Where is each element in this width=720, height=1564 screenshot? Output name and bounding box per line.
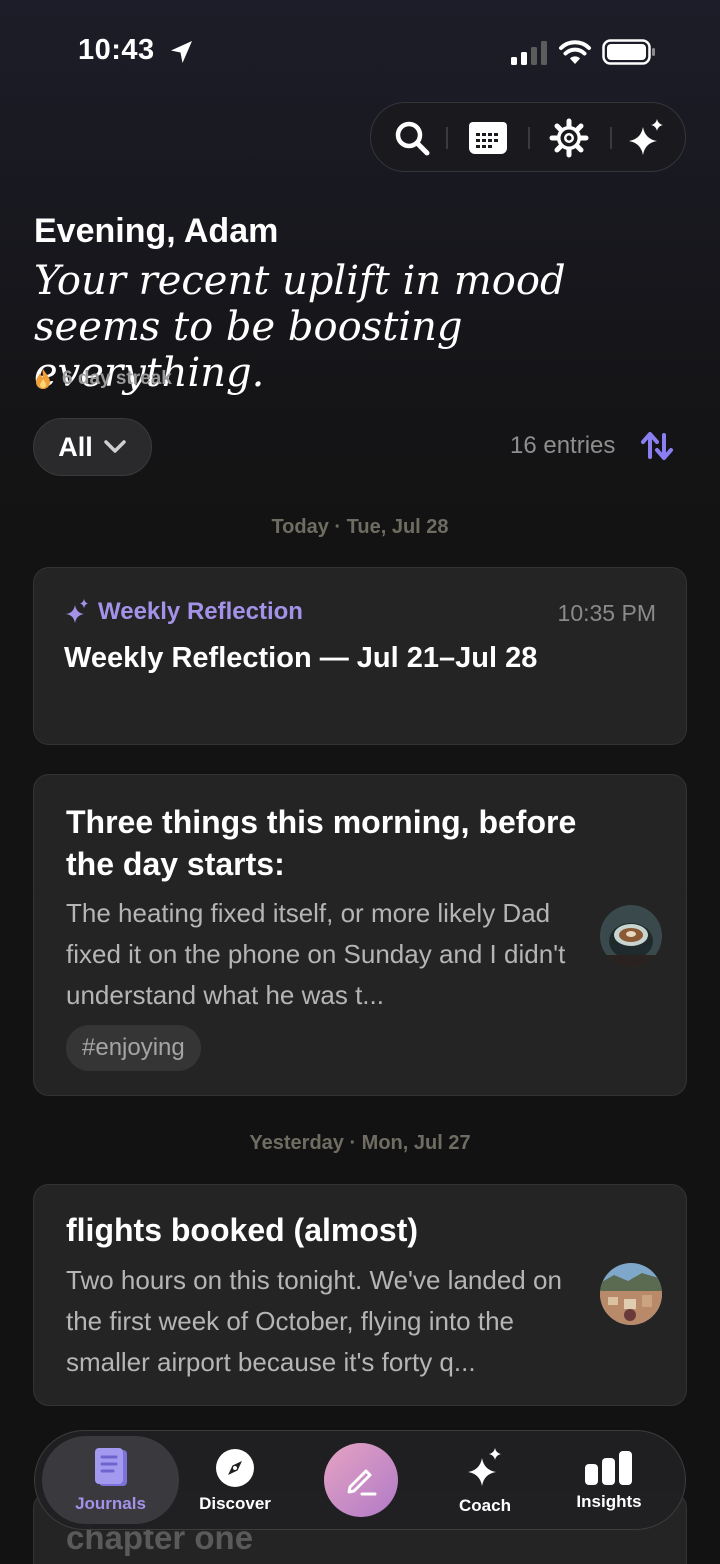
tab-coach[interactable]: Coach <box>433 1431 537 1531</box>
filter-dropdown[interactable]: All <box>33 418 152 476</box>
search-button[interactable] <box>391 117 433 159</box>
tab-journals[interactable]: Journals <box>42 1436 179 1524</box>
calendar-icon <box>469 122 507 154</box>
bar-chart-icon <box>585 1451 632 1485</box>
streak-indicator: 6 day streak <box>34 366 172 392</box>
ai-assist-button[interactable] <box>625 117 667 159</box>
toolbar-divider <box>528 127 530 149</box>
entry-title: Weekly Reflection — Jul 21–Jul 28 <box>64 642 538 674</box>
compass-icon <box>216 1449 254 1487</box>
location-arrow-icon <box>171 41 192 63</box>
weekly-reflection-card[interactable]: Weekly Reflection 10:35 PM Weekly Reflec… <box>33 567 687 745</box>
entry-photo-thumbnail <box>600 1263 662 1325</box>
streak-text: 6 day streak <box>62 368 172 389</box>
settings-button[interactable] <box>548 117 590 159</box>
hashtag-chip[interactable]: #enjoying <box>66 1025 201 1071</box>
greeting-title: Evening, Adam <box>34 212 279 250</box>
toolbar-divider <box>610 127 612 149</box>
entry-preview: The heating fixed itself, or more likely… <box>66 898 566 1010</box>
cellular-signal-icon <box>511 41 547 65</box>
date-header-today: Today · Tue, Jul 28 <box>271 516 449 538</box>
gear-icon <box>549 118 589 158</box>
top-toolbar <box>370 102 686 172</box>
new-entry-button[interactable] <box>324 1443 398 1517</box>
status-bar: 10:43 <box>0 0 720 100</box>
pencil-icon <box>347 1469 377 1496</box>
entry-title: flights booked (almost) <box>66 1212 418 1248</box>
journal-entry-card[interactable]: Three things this morning, before the da… <box>33 774 687 1096</box>
reflection-tag: Weekly Reflection <box>64 598 303 626</box>
battery-icon <box>602 39 655 65</box>
tab-coach-label: Coach <box>459 1496 511 1515</box>
tab-journals-label: Journals <box>75 1494 146 1513</box>
flame-icon <box>36 369 50 389</box>
status-time: 10:43 <box>78 34 155 66</box>
wifi-icon <box>559 40 591 64</box>
toolbar-divider <box>446 127 448 149</box>
calendar-button[interactable] <box>467 117 509 159</box>
entry-title: Three things this morning, before the da… <box>66 804 577 882</box>
entry-photo-thumbnail <box>600 905 662 967</box>
journal-home-screen: 10:43 Evening, Adam Your recent uplift i… <box>0 0 720 1564</box>
journal-entry-card[interactable]: flights booked (almost) Two hours on thi… <box>33 1184 687 1406</box>
reflection-tag-label: Weekly Reflection <box>98 598 303 625</box>
tab-insights-label: Insights <box>576 1492 642 1511</box>
entry-preview: Two hours on this tonight. We've landed … <box>66 1265 562 1377</box>
tab-discover-label: Discover <box>199 1494 271 1513</box>
sort-icon[interactable] <box>640 430 674 462</box>
tab-discover[interactable]: Discover <box>183 1431 287 1531</box>
entries-count: 16 entries <box>510 432 616 459</box>
chevron-down-icon <box>104 440 126 453</box>
filter-label: All <box>58 431 93 462</box>
bottom-tab-bar: Journals Discover Coach Insights <box>34 1430 686 1530</box>
sparkles-icon <box>66 599 88 623</box>
date-header-yesterday: Yesterday · Mon, Jul 27 <box>249 1132 471 1154</box>
journal-book-icon <box>94 1448 127 1486</box>
tab-insights[interactable]: Insights <box>557 1431 661 1531</box>
entry-time: 10:35 PM <box>557 600 656 626</box>
search-icon <box>395 121 430 156</box>
sparkles-icon <box>629 119 663 155</box>
sparkles-icon <box>468 1448 501 1486</box>
